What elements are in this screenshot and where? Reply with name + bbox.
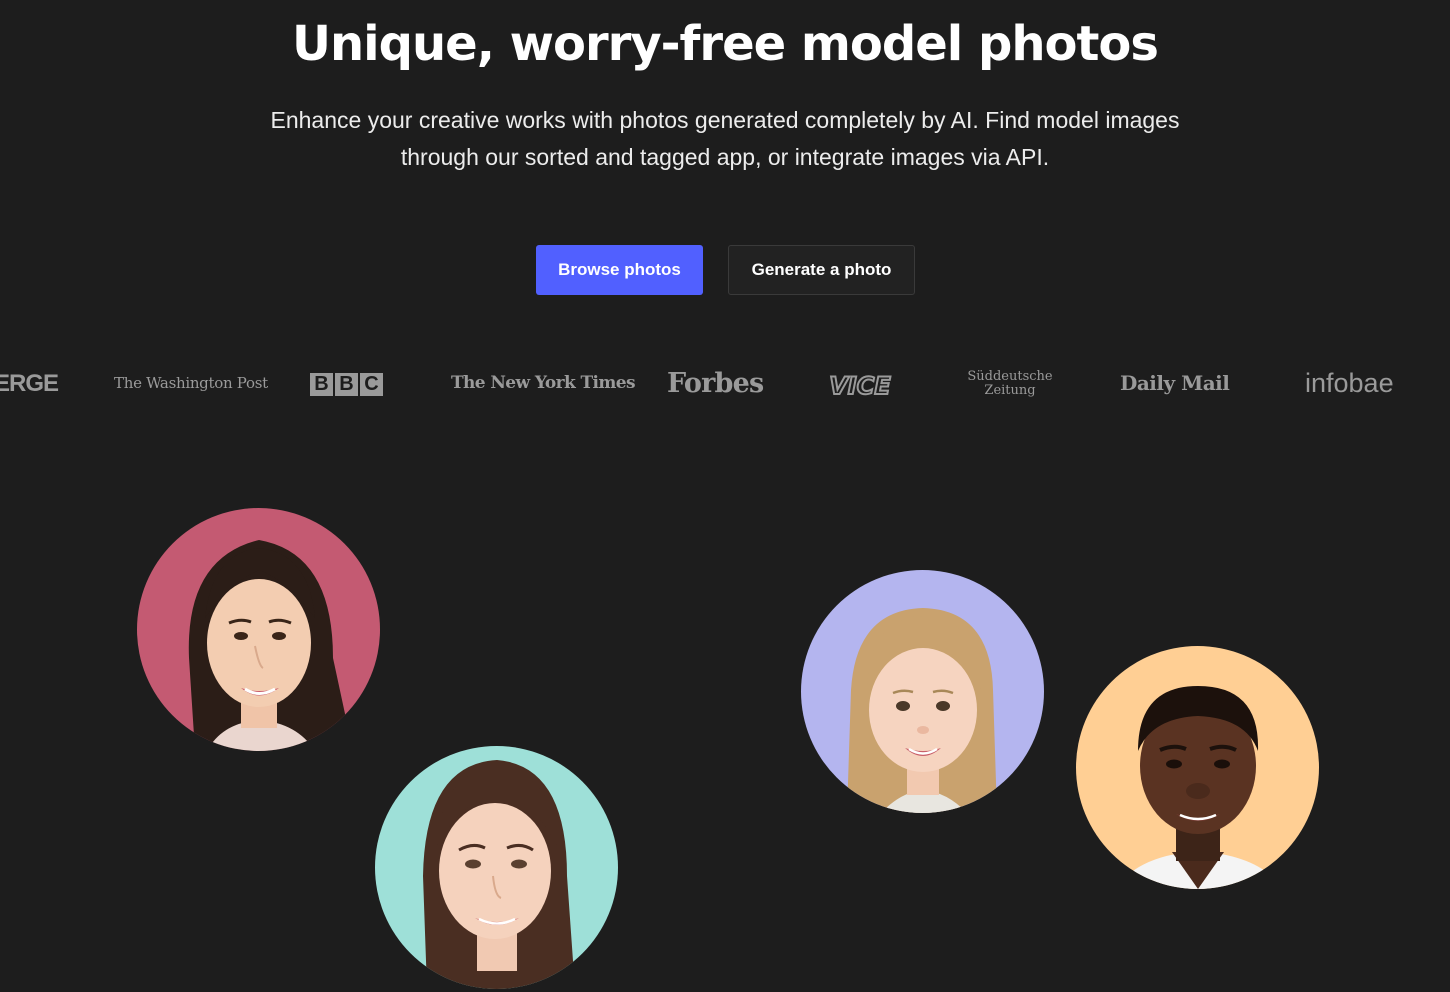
- bbc-logo-letter: B: [310, 373, 333, 396]
- vice-logo: VICE: [820, 370, 900, 404]
- new-york-times-logo: The New York Times: [451, 373, 636, 393]
- infobae-logo: infobae: [1305, 368, 1394, 398]
- hero-subtitle-line-2: through our sorted and tagged app, or in…: [400, 144, 1050, 170]
- bbc-logo: B B C: [310, 373, 383, 396]
- portrait-illustration: [423, 760, 575, 989]
- portrait-illustration: [847, 608, 997, 813]
- browse-photos-button[interactable]: Browse photos: [536, 245, 703, 295]
- woman-portrait-mint-bg[interactable]: [375, 746, 618, 989]
- vice-logo-mark: VICE: [828, 371, 892, 401]
- man-portrait-peach-bg[interactable]: [1076, 646, 1319, 889]
- washington-post-logo: The Washington Post: [114, 374, 268, 392]
- the-verge-logo: ERGE: [0, 370, 59, 397]
- portrait-illustration: [1116, 686, 1282, 889]
- hero-title: Unique, worry-free model photos: [292, 16, 1159, 72]
- hero-subtitle: Enhance your creative works with photos …: [240, 102, 1210, 176]
- sz-logo-line-2: Zeitung: [984, 383, 1036, 398]
- bbc-logo-letter: B: [335, 373, 358, 396]
- sz-logo-line-1: Süddeutsche: [967, 369, 1053, 384]
- hero-subtitle-line-1: Enhance your creative works with photos …: [270, 107, 1180, 133]
- vice-logo-text: VICE: [829, 372, 891, 400]
- bbc-logo-letter: C: [360, 373, 383, 396]
- generate-photo-button[interactable]: Generate a photo: [728, 245, 915, 295]
- forbes-logo: Forbes: [667, 368, 764, 399]
- daily-mail-logo: Daily Mail: [1120, 371, 1230, 395]
- portrait-illustration: [188, 540, 353, 751]
- woman-portrait-pink-bg[interactable]: [137, 508, 380, 751]
- girl-portrait-lavender-bg[interactable]: [801, 570, 1044, 813]
- sueddeutsche-zeitung-logo: Süddeutsche Zeitung: [962, 370, 1058, 398]
